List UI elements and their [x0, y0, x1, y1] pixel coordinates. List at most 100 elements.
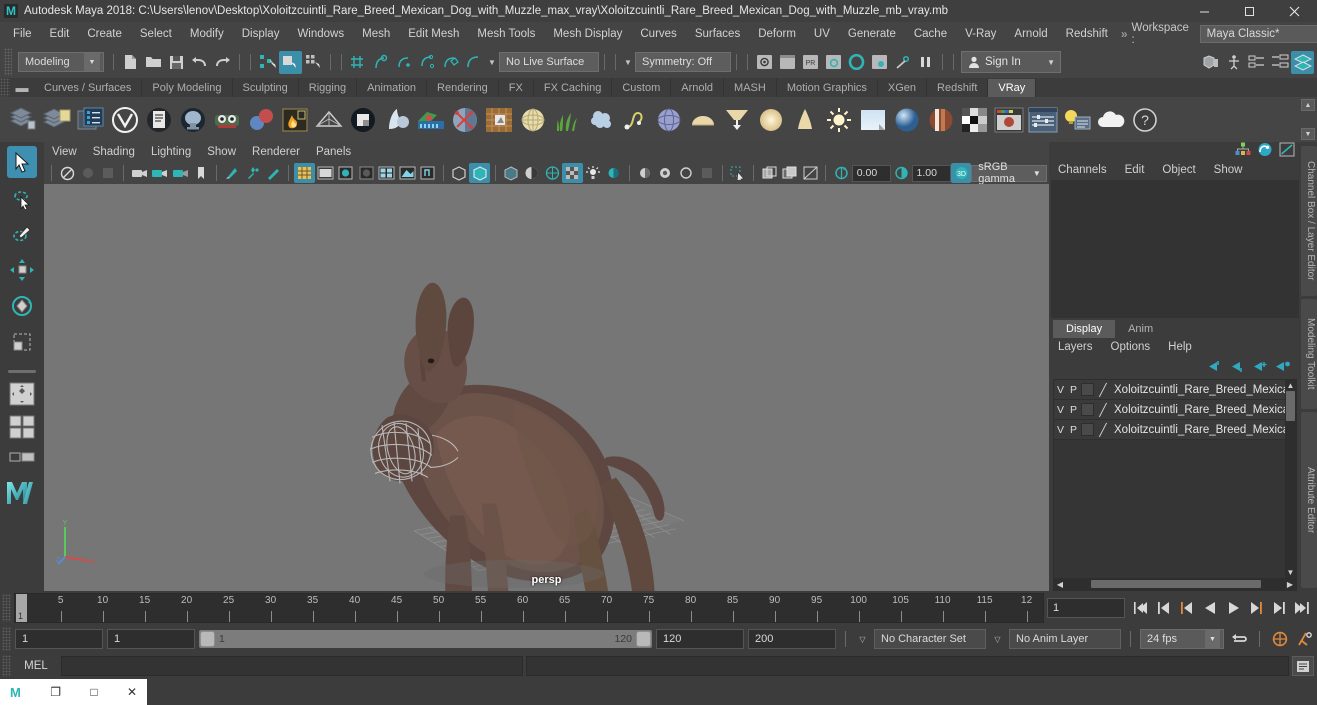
- go-to-end-button[interactable]: [1291, 597, 1313, 619]
- step-back-key-button[interactable]: [1153, 597, 1175, 619]
- 3d-viewport[interactable]: Y X Z persp: [44, 184, 1049, 591]
- table-row[interactable]: V P ╱ Xoloitzcuintli_Rare_Breed_Mexican: [1054, 380, 1296, 400]
- gamma-icon[interactable]: [891, 163, 912, 183]
- maximize-button[interactable]: [1227, 0, 1272, 22]
- rotate-tool[interactable]: [7, 290, 37, 322]
- shelf-tab-rendering[interactable]: Rendering: [427, 78, 499, 97]
- layer-color-swatch-icon[interactable]: ╱: [1095, 383, 1111, 397]
- viewport-menu-renderer[interactable]: Renderer: [244, 142, 308, 162]
- vray-dome-cap-icon[interactable]: [686, 101, 720, 139]
- vray-curve-icon[interactable]: [618, 101, 652, 139]
- lasso-select-tool[interactable]: [7, 182, 37, 214]
- menu-mesh[interactable]: Mesh: [353, 22, 399, 46]
- range-start-time-field[interactable]: 1: [107, 629, 195, 649]
- layer-visibility-toggle[interactable]: V: [1054, 384, 1067, 396]
- layer-playback-toggle[interactable]: P: [1067, 404, 1080, 416]
- auto-keyframe-toggle-button[interactable]: [1269, 628, 1291, 650]
- redo-button[interactable]: [211, 51, 234, 74]
- snap-to-curve-button[interactable]: [370, 51, 393, 74]
- no-display-icon[interactable]: [800, 163, 821, 183]
- vray-logo-icon[interactable]: [108, 101, 142, 139]
- hypershade-button[interactable]: [845, 51, 868, 74]
- open-scene-button[interactable]: [142, 51, 165, 74]
- graph-editor-icon[interactable]: [1257, 142, 1273, 160]
- select-by-component-type-button[interactable]: [302, 51, 325, 74]
- taskbar-restore-icon[interactable]: ❐: [50, 685, 61, 699]
- vray-spot-light-icon[interactable]: [788, 101, 822, 139]
- snap-to-view-planes-button[interactable]: [439, 51, 462, 74]
- vray-settings-panel-icon[interactable]: [1026, 101, 1060, 139]
- playback-range-slider[interactable]: 1 120: [199, 630, 652, 648]
- exposure-toggle-icon[interactable]: [521, 163, 542, 183]
- layout-persp-outliner-button[interactable]: [6, 445, 38, 475]
- menu-create[interactable]: Create: [78, 22, 131, 46]
- exposure-value-field[interactable]: 0.00: [851, 164, 891, 182]
- layer-type-box[interactable]: [1081, 423, 1094, 436]
- gamma-value-field[interactable]: 1.00: [911, 164, 951, 182]
- create-empty-layer-icon[interactable]: [1252, 360, 1268, 376]
- exposure-icon[interactable]: [831, 163, 852, 183]
- viewport-menu-shading[interactable]: Shading: [85, 142, 143, 162]
- shelf-tab-custom[interactable]: Custom: [612, 78, 672, 97]
- xray-mode-icon[interactable]: [469, 163, 490, 183]
- channel-box-menu-channels[interactable]: Channels: [1049, 160, 1116, 180]
- menu-vray[interactable]: V-Ray: [956, 22, 1005, 46]
- menu-edit[interactable]: Edit: [41, 22, 79, 46]
- time-slider-track[interactable]: 1 5 10 15 20 25 30 35 40 45 50 55 60 65 70 75 80 85 90 95 1…: [14, 593, 1044, 623]
- vray-blend-material-icon[interactable]: [380, 101, 414, 139]
- shelf-tab-fx[interactable]: FX: [498, 78, 534, 97]
- range-end-handle[interactable]: [636, 631, 651, 647]
- chevron-down-icon[interactable]: ▼: [485, 58, 499, 67]
- menu-generate[interactable]: Generate: [839, 22, 905, 46]
- select-tool[interactable]: [7, 146, 37, 178]
- shelf-scroll-down-button[interactable]: ▼: [1301, 128, 1315, 140]
- vray-mtl-sphere-icon[interactable]: [890, 101, 924, 139]
- shelf-tab-poly-modeling[interactable]: Poly Modeling: [142, 78, 233, 97]
- vray-dome-icon[interactable]: [516, 101, 550, 139]
- character-set-dropdown-icon[interactable]: ▽: [855, 635, 870, 644]
- color-management-icon[interactable]: 3D: [950, 163, 972, 183]
- lights-toggle-icon[interactable]: [583, 163, 604, 183]
- ipr-refresh-icon[interactable]: [222, 163, 243, 183]
- taskbar-close-icon[interactable]: ✕: [127, 685, 137, 699]
- shelf-tab-motion-graphics[interactable]: Motion Graphics: [776, 78, 878, 97]
- undo-button[interactable]: [188, 51, 211, 74]
- shade-objects-icon[interactable]: [335, 163, 356, 183]
- anim-layer-dropdown-icon[interactable]: ▽: [990, 635, 1005, 644]
- keyframe-icon[interactable]: [243, 163, 264, 183]
- move-layer-up-icon[interactable]: [1206, 360, 1222, 376]
- menu-curves[interactable]: Curves: [631, 22, 685, 46]
- grease-pencil-icon[interactable]: [170, 163, 191, 183]
- shelf-tab-arnold[interactable]: Arnold: [671, 78, 725, 97]
- play-forwards-button[interactable]: [1222, 597, 1244, 619]
- menu-windows[interactable]: Windows: [288, 22, 353, 46]
- command-line-grip-handle[interactable]: [2, 655, 11, 677]
- vray-dome-light-icon[interactable]: [176, 101, 210, 139]
- show-hide-hrd-button[interactable]: [1222, 51, 1245, 74]
- menu-select[interactable]: Select: [131, 22, 181, 46]
- smooth-shade-all-icon[interactable]: [315, 163, 336, 183]
- shelf-scroll-up-button[interactable]: ▲: [1301, 99, 1315, 111]
- vray-attributes-icon[interactable]: [74, 101, 108, 139]
- close-button[interactable]: [1272, 0, 1317, 22]
- hierarchy-icon[interactable]: [1235, 142, 1251, 160]
- layer-type-box[interactable]: [1081, 383, 1094, 396]
- vray-checker-icon[interactable]: [958, 101, 992, 139]
- render-view-button[interactable]: [868, 51, 891, 74]
- sign-in-button[interactable]: Sign In ▼: [961, 51, 1061, 73]
- hide-unselected-icon[interactable]: [779, 163, 800, 183]
- camera-attributes-icon[interactable]: [98, 163, 119, 183]
- layer-tab-display[interactable]: Display: [1053, 320, 1116, 338]
- shadows-icon[interactable]: [418, 163, 439, 183]
- taskbar-maximize-icon[interactable]: □: [90, 685, 97, 699]
- vray-ambient-light-icon[interactable]: [754, 101, 788, 139]
- menuset-selector[interactable]: Modeling ▼: [18, 52, 104, 72]
- shelf-tab-animation[interactable]: Animation: [357, 78, 428, 97]
- make-live-button[interactable]: [462, 51, 485, 74]
- layer-type-box[interactable]: [1081, 403, 1094, 416]
- vray-sphere-light-icon[interactable]: [448, 101, 482, 139]
- sidetab-modeling-toolkit[interactable]: Modeling Toolkit: [1301, 299, 1317, 409]
- render-current-frame-button[interactable]: [753, 51, 776, 74]
- shelf-grip-handle[interactable]: [0, 78, 10, 97]
- step-forward-frame-button[interactable]: [1245, 597, 1267, 619]
